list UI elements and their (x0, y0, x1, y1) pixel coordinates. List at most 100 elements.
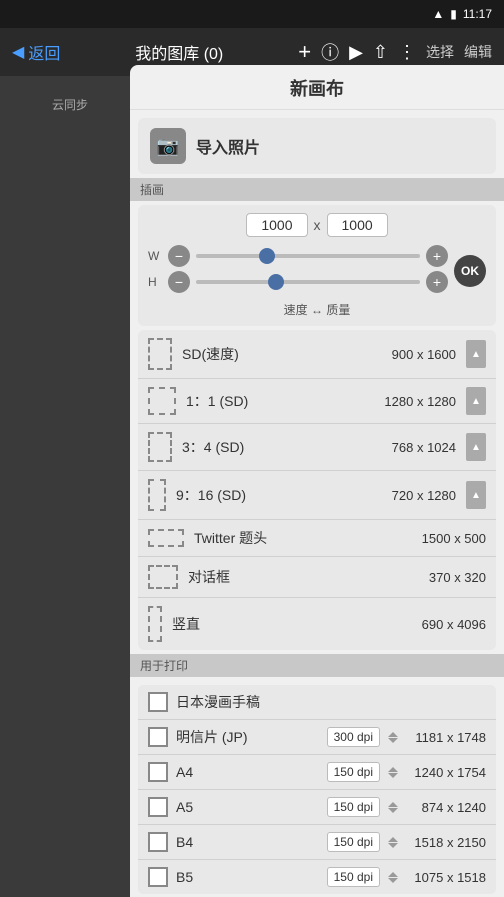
print-name-a5: A5 (176, 799, 319, 815)
battery-icon: ▮ (450, 7, 457, 21)
preset-thumb-11 (148, 387, 176, 415)
dpi-arrow-a4[interactable] (388, 767, 398, 778)
checkbox-b5[interactable] (148, 867, 168, 887)
dpi-b5[interactable]: 150 dpi (327, 867, 380, 887)
print-name-postcard: 明信片 (JP) (176, 727, 319, 747)
preset-name-11: 1：1 (SD) (186, 391, 374, 411)
dpi-arrow-a5[interactable] (388, 802, 398, 813)
camera-icon: 📷 (150, 128, 186, 164)
height-slider-thumb[interactable] (268, 274, 284, 290)
checkbox-manga[interactable] (148, 692, 168, 712)
back-button[interactable]: ◀ 返回 (12, 40, 60, 64)
width-minus-button[interactable]: − (168, 245, 190, 267)
checkbox-postcard[interactable] (148, 727, 168, 747)
checkbox-b4[interactable] (148, 832, 168, 852)
dpi-arrow-postcard[interactable] (388, 732, 398, 743)
preset-thumb-916 (148, 479, 166, 511)
width-slider-thumb[interactable] (259, 248, 275, 264)
preset-row-916[interactable]: 9：16 (SD) 720 x 1280 ▲ (138, 471, 496, 520)
width-slider-track[interactable] (196, 254, 420, 258)
print-name-a4: A4 (176, 764, 319, 780)
print-size-a4: 1240 x 1754 (406, 765, 486, 780)
print-name-manga: 日本漫画手稿 (176, 692, 486, 712)
print-row-a4[interactable]: A4 150 dpi 1240 x 1754 (138, 755, 496, 790)
print-section: 日本漫画手稿 明信片 (JP) 300 dpi 1181 x 1748 A4 1… (138, 685, 496, 894)
preset-row-11[interactable]: 1：1 (SD) 1280 x 1280 ▲ (138, 379, 496, 424)
main-area: 云同步 新画布 📷 导入照片 插画 1000 x 1000 W − (0, 76, 504, 897)
checkbox-a4[interactable] (148, 762, 168, 782)
select-button[interactable]: 选择 (426, 42, 454, 62)
preset-thumb-dialog (148, 565, 178, 589)
preset-arrow-34[interactable]: ▲ (466, 433, 486, 461)
play-button[interactable]: ▶ (349, 42, 363, 63)
preset-thumb-sd (148, 338, 172, 370)
dpi-b4[interactable]: 150 dpi (327, 832, 380, 852)
preset-row-twitter[interactable]: Twitter 题头 1500 x 500 (138, 520, 496, 557)
print-row-manga[interactable]: 日本漫画手稿 (138, 685, 496, 720)
size-display: 1000 x 1000 (148, 213, 486, 237)
print-size-b4: 1518 x 2150 (406, 835, 486, 850)
more-button[interactable]: ⋮ (398, 42, 416, 63)
print-name-b5: B5 (176, 869, 319, 885)
dpi-a5[interactable]: 150 dpi (327, 797, 380, 817)
share-button[interactable]: ⇧ (373, 42, 388, 63)
print-row-a5[interactable]: A5 150 dpi 874 x 1240 (138, 790, 496, 825)
preset-row-vertical[interactable]: 竖直 690 x 4096 (138, 598, 496, 650)
speed-quality-label: 速度 ↔ 质量 (148, 301, 486, 318)
preset-arrow-916[interactable]: ▲ (466, 481, 486, 509)
preset-size-916: 720 x 1280 (392, 488, 456, 503)
dpi-a4[interactable]: 150 dpi (327, 762, 380, 782)
preset-name-dialog: 对话框 (188, 567, 419, 587)
preset-size-twitter: 1500 x 500 (422, 531, 486, 546)
width-value[interactable]: 1000 (246, 213, 307, 237)
print-row-postcard[interactable]: 明信片 (JP) 300 dpi 1181 x 1748 (138, 720, 496, 755)
dialog-title: 新画布 (130, 65, 504, 110)
preset-size-dialog: 370 x 320 (429, 570, 486, 585)
preset-arrow-11[interactable]: ▲ (466, 387, 486, 415)
height-slider-row: H − + (148, 271, 448, 293)
preset-list: SD(速度) 900 x 1600 ▲ 1：1 (SD) 1280 x 1280… (138, 330, 496, 650)
preset-size-11: 1280 x 1280 (384, 394, 456, 409)
preset-size-34: 768 x 1024 (392, 440, 456, 455)
add-button[interactable]: + (298, 39, 311, 65)
preset-thumb-twitter (148, 529, 184, 547)
dpi-postcard[interactable]: 300 dpi (327, 727, 380, 747)
nav-actions: + ⓘ ▶ ⇧ ⋮ 选择 编辑 (298, 39, 492, 65)
wifi-icon: ▲ (432, 7, 444, 21)
preset-arrow-sd[interactable]: ▲ (466, 340, 486, 368)
preset-thumb-vertical (148, 606, 162, 642)
height-minus-button[interactable]: − (168, 271, 190, 293)
sidebar-sync-label: 云同步 (52, 96, 88, 113)
size-separator: x (314, 217, 321, 233)
status-icons: ▲ ▮ 11:17 (432, 7, 492, 21)
width-plus-button[interactable]: + (426, 245, 448, 267)
drawing-section-header: 插画 (130, 178, 504, 201)
preset-name-sd: SD(速度) (182, 344, 382, 364)
print-section-header: 用于打印 (130, 654, 504, 677)
back-arrow-icon: ◀ (12, 42, 24, 62)
nav-title: 我的图库 (0) (60, 40, 298, 64)
preset-row-34[interactable]: 3：4 (SD) 768 x 1024 ▲ (138, 424, 496, 471)
print-size-postcard: 1181 x 1748 (406, 730, 486, 745)
back-label: 返回 (28, 40, 60, 64)
print-row-b5[interactable]: B5 150 dpi 1075 x 1518 (138, 860, 496, 894)
dpi-arrow-b5[interactable] (388, 872, 398, 883)
info-button[interactable]: ⓘ (321, 39, 339, 65)
drawing-ok-button[interactable]: OK (454, 255, 486, 287)
dpi-arrow-b4[interactable] (388, 837, 398, 848)
height-slider-track[interactable] (196, 280, 420, 284)
sidebar: 云同步 (0, 76, 140, 897)
preset-name-916: 9：16 (SD) (176, 485, 382, 505)
width-slider-row: W − + (148, 245, 448, 267)
print-row-b4[interactable]: B4 150 dpi 1518 x 2150 (138, 825, 496, 860)
preset-size-sd: 900 x 1600 (392, 347, 456, 362)
edit-button[interactable]: 编辑 (464, 42, 492, 62)
import-section[interactable]: 📷 导入照片 (138, 118, 496, 174)
preset-row-dialog[interactable]: 对话框 370 x 320 (138, 557, 496, 598)
height-plus-button[interactable]: + (426, 271, 448, 293)
new-canvas-dialog: 新画布 📷 导入照片 插画 1000 x 1000 W − (130, 65, 504, 897)
checkbox-a5[interactable] (148, 797, 168, 817)
preset-row-sd[interactable]: SD(速度) 900 x 1600 ▲ (138, 330, 496, 379)
height-value[interactable]: 1000 (327, 213, 388, 237)
print-name-b4: B4 (176, 834, 319, 850)
